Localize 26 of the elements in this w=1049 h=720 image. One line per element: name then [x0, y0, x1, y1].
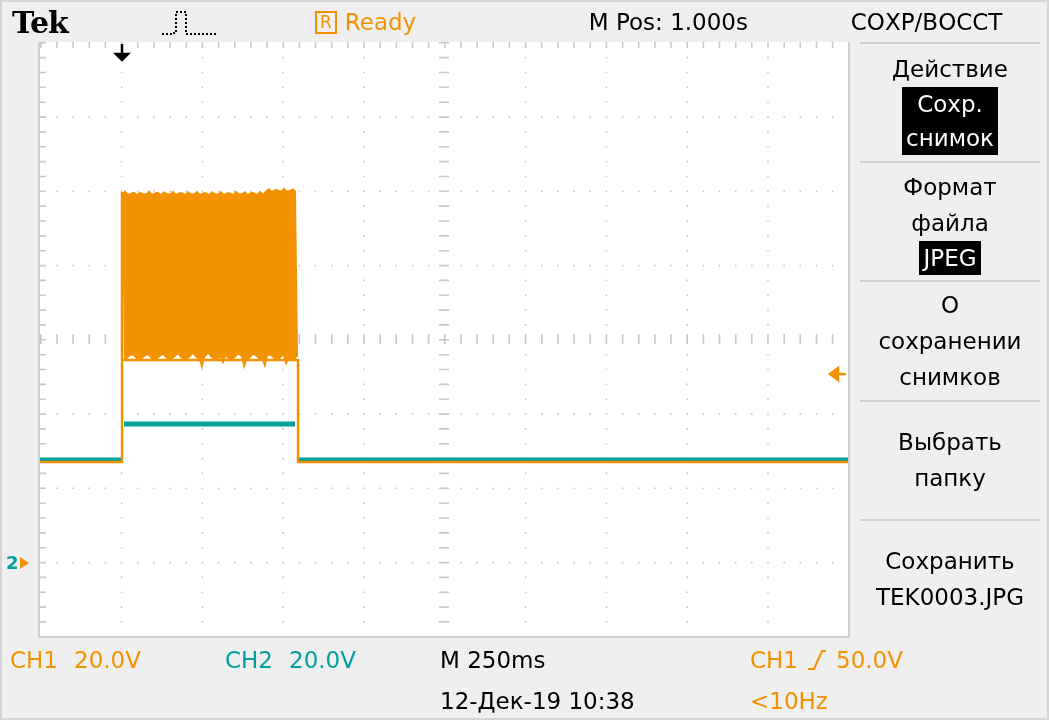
trigger-level-icon [827, 366, 848, 382]
menu-item[interactable]: Сохранить TEK0003.JPG [860, 518, 1040, 638]
menu-value: JPEG [919, 240, 981, 275]
channel-label: CH2 [225, 646, 273, 673]
timebase-readout: M 250ms [440, 646, 546, 673]
menu-item[interactable]: Формат файла JPEG [860, 161, 1040, 281]
run-status: Ready [344, 9, 418, 35]
trigger-source: CH1 [750, 646, 798, 673]
channel-label: CH1 [10, 646, 58, 673]
date-time: 12-Дек-19 10:38 [440, 687, 635, 714]
rising-edge-icon [808, 648, 826, 671]
position-readout: M Pos: 1.000s [588, 9, 749, 35]
trigger-position-icon [114, 42, 130, 62]
menu-title: СОХР/ВОССТ [850, 9, 1003, 35]
menu-item[interactable]: Действие Сохр. снимок [860, 42, 1040, 162]
channel-scale: 20.0V [289, 646, 356, 673]
menu-value: Сохр. снимок [902, 86, 998, 155]
run-badge: R [315, 10, 337, 34]
menu-item[interactable]: Выбрать папку [860, 399, 1040, 519]
trigger-level: 50.0V [836, 646, 903, 673]
channel-marker: 2 [6, 552, 19, 573]
channel-scale: 20.0V [74, 646, 141, 673]
trigger-frequency: <10Hz [750, 687, 828, 714]
brand-logo: Tek [12, 4, 70, 40]
arrow-icon [19, 556, 29, 569]
menu-item[interactable]: О сохранении снимков [860, 280, 1040, 400]
